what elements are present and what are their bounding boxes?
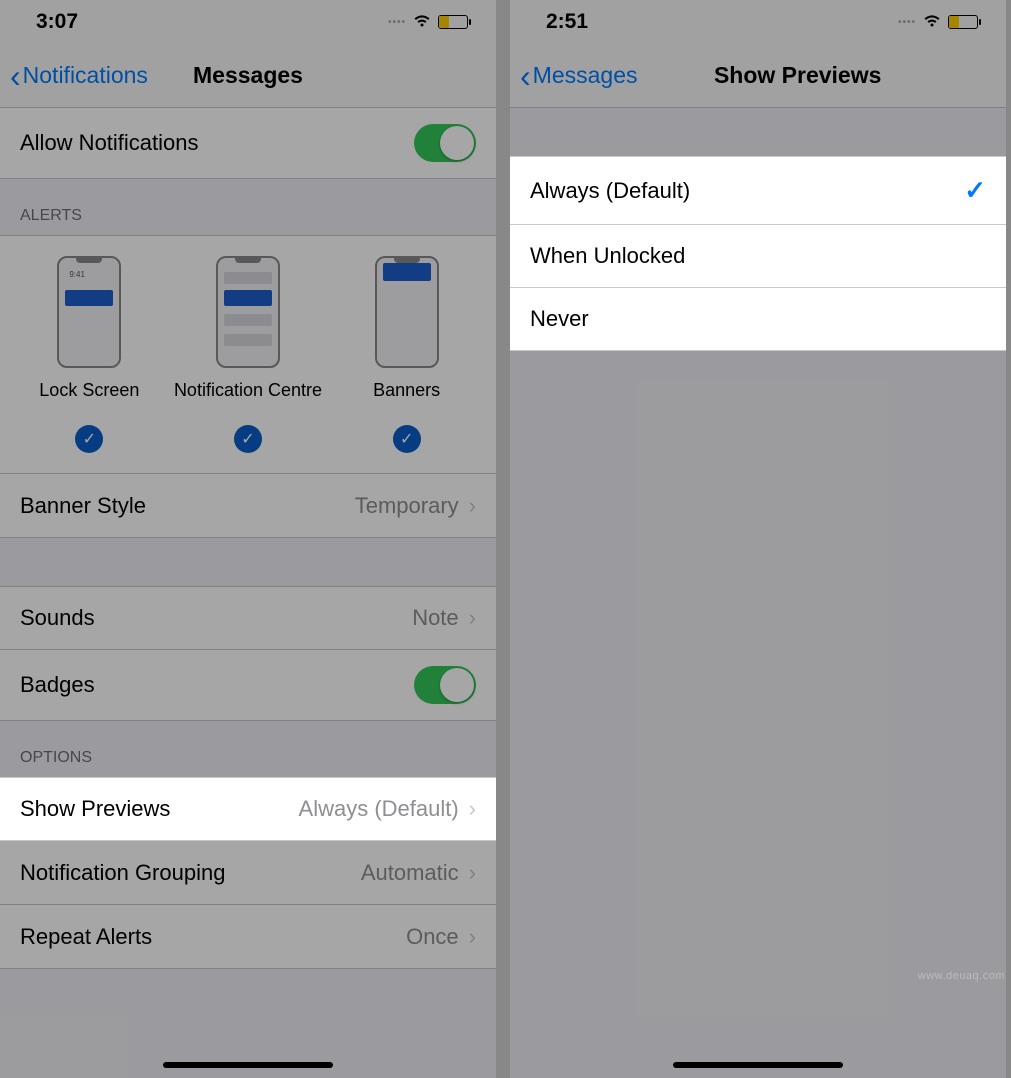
status-right: ••••: [388, 12, 468, 33]
chevron-right-icon: ›: [469, 796, 476, 822]
chevron-right-icon: ›: [469, 924, 476, 950]
banner-style-row[interactable]: Banner Style Temporary ›: [0, 474, 496, 538]
home-indicator[interactable]: [163, 1062, 333, 1068]
battery-icon: [948, 15, 978, 29]
repeat-alerts-label: Repeat Alerts: [20, 924, 152, 950]
allow-notifications-toggle[interactable]: [414, 124, 476, 162]
option-always[interactable]: Always (Default) ✓: [510, 156, 1006, 225]
badges-toggle[interactable]: [414, 666, 476, 704]
notification-grouping-row[interactable]: Notification Grouping Automatic ›: [0, 841, 496, 905]
status-time: 2:51: [546, 10, 588, 34]
banner-style-label: Banner Style: [20, 493, 146, 519]
show-previews-value: Always (Default): [299, 796, 459, 822]
repeat-alerts-value: Once: [406, 924, 459, 950]
alert-lock-screen[interactable]: 9:41 Lock Screen: [14, 256, 164, 415]
banners-label: Banners: [332, 380, 482, 401]
alerts-header: ALERTS: [0, 179, 496, 235]
chevron-right-icon: ›: [469, 493, 476, 519]
left-screenshot: 3:07 •••• ‹ Notifications Messages Allow…: [0, 0, 496, 1078]
nav-title: Messages: [193, 62, 303, 89]
option-label: Never: [530, 306, 589, 332]
nav-bar: ‹ Messages Show Previews: [510, 44, 1006, 108]
preview-options-group: Always (Default) ✓ When Unlocked Never: [510, 156, 1006, 351]
status-bar: 3:07 ••••: [0, 0, 496, 44]
lock-screen-preview-icon: 9:41: [57, 256, 121, 368]
wifi-icon: [922, 12, 942, 33]
show-previews-row[interactable]: Show Previews Always (Default) ›: [0, 777, 496, 841]
sounds-value: Note: [412, 605, 458, 631]
badges-row[interactable]: Badges: [0, 650, 496, 721]
allow-notifications-row[interactable]: Allow Notifications: [0, 108, 496, 179]
right-screenshot: 2:51 •••• ‹ Messages Show Previews Alway…: [510, 0, 1006, 1078]
option-when-unlocked[interactable]: When Unlocked: [510, 225, 1006, 288]
battery-icon: [438, 15, 468, 29]
watermark: www.deuaq.com: [918, 970, 1005, 982]
preview-time: 9:41: [69, 270, 85, 279]
badges-label: Badges: [20, 672, 95, 698]
options-header: OPTIONS: [0, 721, 496, 777]
chevron-left-icon: ‹: [520, 60, 531, 92]
alert-notification-centre[interactable]: Notification Centre: [173, 256, 323, 415]
notification-grouping-value: Automatic: [361, 860, 459, 886]
alert-banners[interactable]: Banners: [332, 256, 482, 415]
home-indicator[interactable]: [673, 1062, 843, 1068]
banner-style-value: Temporary: [355, 493, 459, 519]
sounds-row[interactable]: Sounds Note ›: [0, 586, 496, 650]
status-time: 3:07: [36, 10, 78, 34]
lock-screen-label: Lock Screen: [14, 380, 164, 401]
nav-bar: ‹ Notifications Messages: [0, 44, 496, 108]
chevron-right-icon: ›: [469, 860, 476, 886]
cellular-dots-icon: ••••: [898, 17, 916, 28]
notification-centre-check-icon[interactable]: ✓: [234, 425, 262, 453]
back-button[interactable]: ‹ Notifications: [0, 60, 148, 92]
notification-grouping-label: Notification Grouping: [20, 860, 225, 886]
nav-title: Show Previews: [714, 62, 881, 89]
back-label: Messages: [533, 62, 638, 89]
option-label: When Unlocked: [530, 243, 685, 269]
option-never[interactable]: Never: [510, 288, 1006, 351]
sounds-label: Sounds: [20, 605, 95, 631]
allow-notifications-label: Allow Notifications: [20, 130, 199, 156]
notification-centre-preview-icon: [216, 256, 280, 368]
banners-preview-icon: [375, 256, 439, 368]
back-label: Notifications: [23, 62, 148, 89]
alerts-row: 9:41 Lock Screen Notification Centre Ban…: [0, 235, 496, 425]
wifi-icon: [412, 12, 432, 33]
show-previews-label: Show Previews: [20, 796, 170, 822]
chevron-left-icon: ‹: [10, 60, 21, 92]
back-button[interactable]: ‹ Messages: [510, 60, 637, 92]
banners-check-icon[interactable]: ✓: [393, 425, 421, 453]
repeat-alerts-row[interactable]: Repeat Alerts Once ›: [0, 905, 496, 969]
lock-screen-check-icon[interactable]: ✓: [75, 425, 103, 453]
alerts-checks: ✓ ✓ ✓: [0, 425, 496, 474]
chevron-right-icon: ›: [469, 605, 476, 631]
status-right: ••••: [898, 12, 978, 33]
cellular-dots-icon: ••••: [388, 17, 406, 28]
status-bar: 2:51 ••••: [510, 0, 1006, 44]
notification-centre-label: Notification Centre: [173, 380, 323, 401]
option-label: Always (Default): [530, 178, 690, 204]
checkmark-icon: ✓: [964, 175, 986, 206]
